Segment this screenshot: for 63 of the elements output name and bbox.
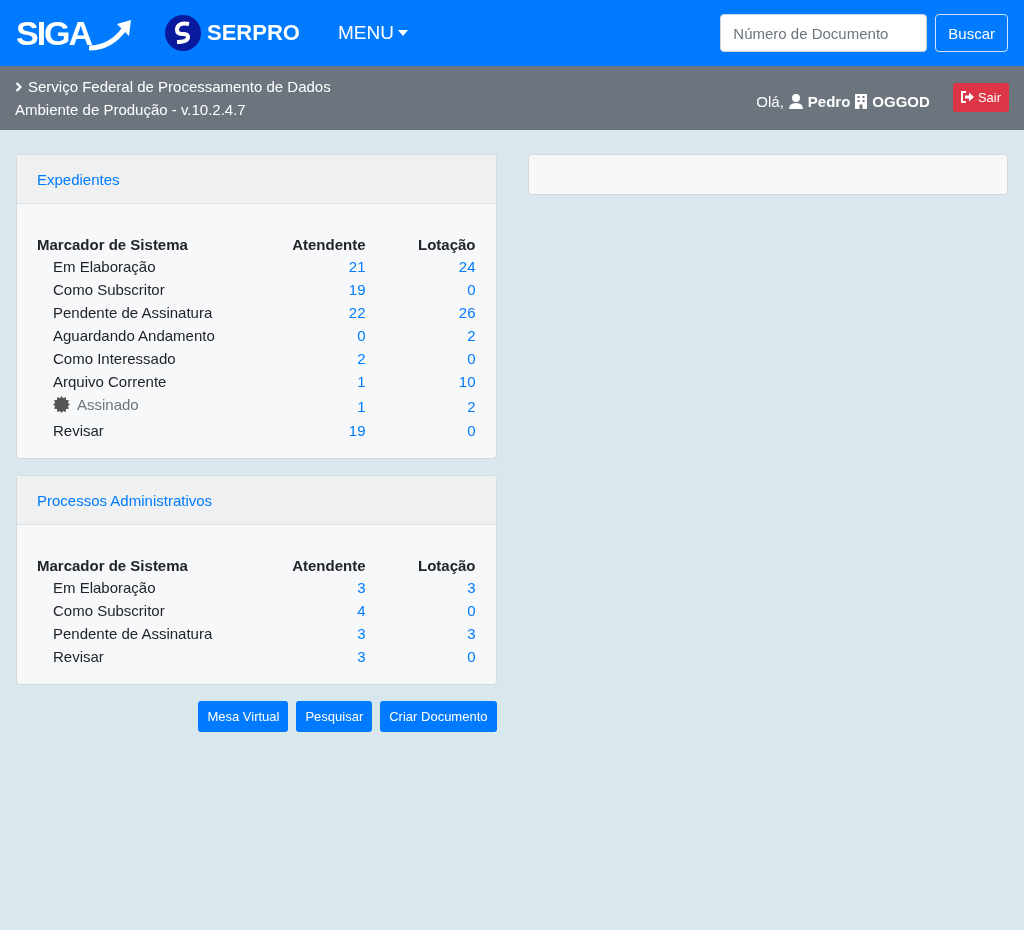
count-link[interactable]: 3 (357, 648, 366, 665)
logout-button[interactable]: Sair (952, 82, 1009, 112)
marker-label: Revisar (53, 422, 104, 439)
count-link[interactable]: 2 (357, 350, 366, 367)
user-icon (788, 93, 803, 109)
menu-dropdown[interactable]: MENU (337, 22, 408, 44)
count-link[interactable]: 22 (348, 304, 366, 321)
action-button[interactable]: Criar Documento (380, 701, 497, 732)
count-link[interactable]: 2 (467, 397, 476, 415)
count-link[interactable]: 0 (467, 350, 476, 367)
column-header: Marcador de Sistema (37, 556, 189, 576)
count-link[interactable]: 19 (348, 281, 366, 298)
marker-label: Como Subscritor (53, 602, 165, 619)
count-link[interactable]: 3 (467, 625, 476, 642)
column-header: Lotação (365, 549, 476, 576)
count-link[interactable]: 0 (467, 648, 476, 665)
marker-label: Em Elaboração (53, 579, 156, 596)
marker-label: Arquivo Corrente (53, 373, 167, 390)
chevron-icon (15, 81, 23, 92)
serpro-logo: SERPRO (165, 15, 300, 51)
marker-label: Assinado (77, 395, 139, 414)
count-link[interactable]: 4 (357, 602, 366, 619)
count-link[interactable]: 26 (458, 304, 476, 321)
document-number-field[interactable]: Número de Documento (720, 14, 928, 52)
column-header: Atendente (291, 556, 366, 576)
environment-version: Ambiente de Produção - v.10.2.4.7 (15, 100, 247, 120)
user-name: Pedro (807, 92, 851, 110)
column-header: Marcador de Sistema (37, 235, 189, 255)
unit-name: OGGOD (872, 92, 930, 110)
marker-label: Pendente de Assinatura (53, 304, 213, 321)
count-link[interactable]: 1 (357, 397, 366, 415)
panel-title[interactable]: Processos Administrativos (37, 491, 213, 509)
count-link[interactable]: 1 (357, 373, 366, 390)
count-link[interactable]: 0 (357, 327, 366, 344)
panel-title[interactable]: Expedientes (37, 170, 120, 188)
count-link[interactable]: 3 (357, 625, 366, 642)
count-link[interactable]: 2 (467, 327, 476, 344)
action-button[interactable]: Mesa Virtual (198, 701, 289, 732)
organization-name: Serviço Federal de Processamento de Dados (28, 77, 331, 97)
marker-label: Em Elaboração (53, 258, 156, 275)
marker-label: Como Interessado (53, 350, 176, 367)
count-link[interactable]: 24 (458, 258, 476, 275)
column-header: Atendente (291, 235, 366, 255)
building-icon (855, 93, 868, 109)
siga-logo[interactable]: SIGA (16, 16, 136, 50)
count-link[interactable]: 10 (458, 373, 476, 390)
count-link[interactable]: 19 (348, 422, 366, 439)
count-link[interactable]: 21 (348, 258, 366, 275)
count-link[interactable]: 3 (467, 579, 476, 596)
count-link[interactable]: 0 (467, 281, 476, 298)
sign-out-icon (960, 91, 974, 103)
marker-label: Como Subscritor (53, 281, 165, 298)
action-button[interactable]: Pesquisar (296, 701, 373, 732)
count-link[interactable]: 0 (467, 422, 476, 439)
marker-label: Pendente de Assinatura (53, 625, 213, 642)
count-link[interactable]: 3 (357, 579, 366, 596)
seal-icon (53, 396, 70, 413)
search-button[interactable]: Buscar (935, 14, 1008, 52)
marker-label: Revisar (53, 648, 104, 665)
count-link[interactable]: 0 (467, 602, 476, 619)
greeting: Olá, (756, 92, 784, 110)
marker-label: Aguardando Andamento (53, 327, 215, 344)
column-header: Lotação (365, 228, 476, 255)
